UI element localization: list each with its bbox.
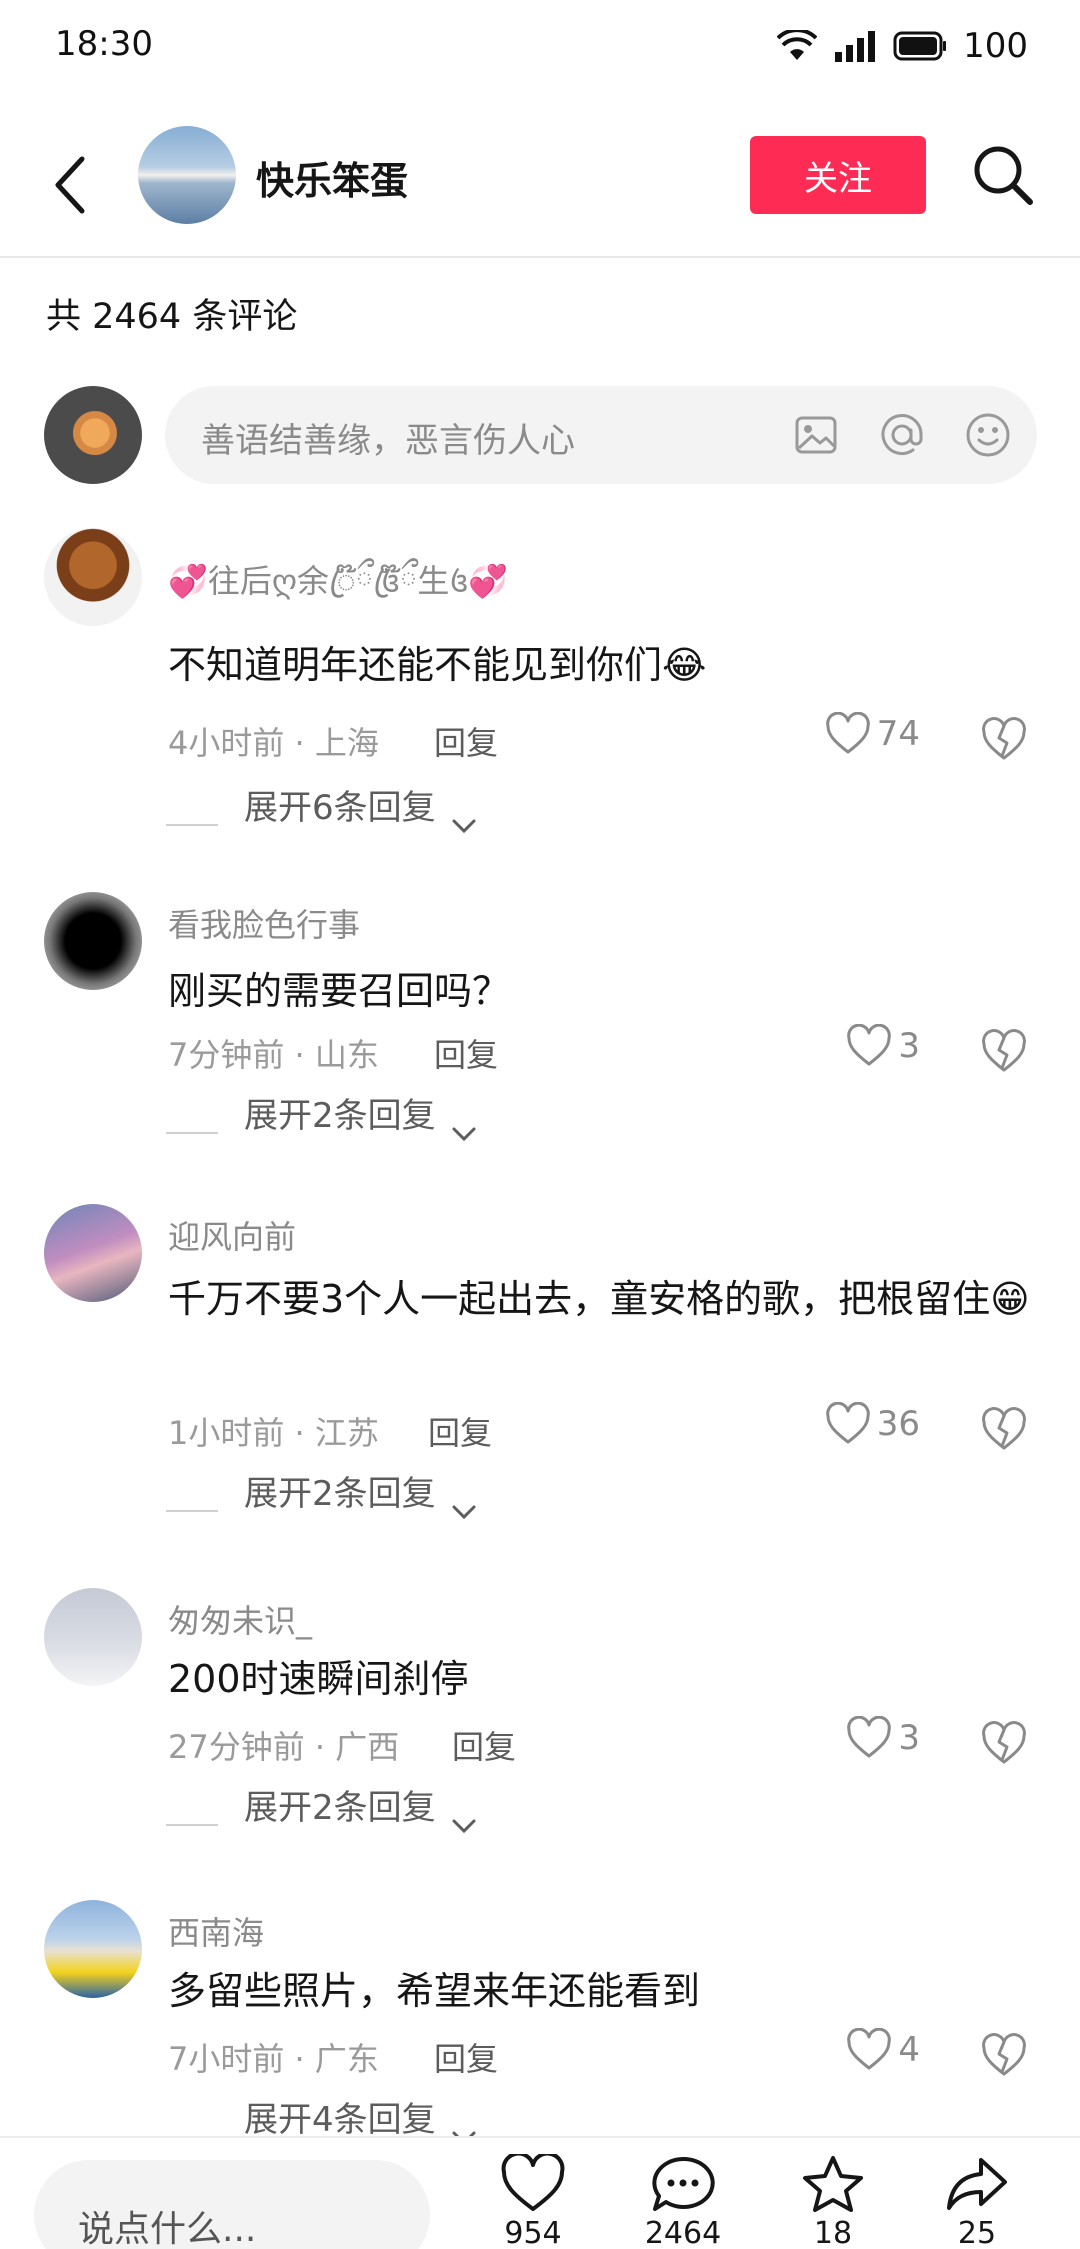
comment-meta: 1小时前 · 江苏 [168,1414,379,1452]
reply-button[interactable]: 回复 [428,1408,492,1454]
favorite-action[interactable]: 18 [778,2154,888,2249]
broken-heart-icon[interactable] [980,1720,1028,1768]
commenter-avatar[interactable] [44,528,142,626]
like-count: 36 [876,1404,920,1444]
commenter-avatar[interactable] [44,1900,142,1998]
image-icon[interactable] [791,410,841,460]
like-button[interactable]: 36 [825,1402,920,1446]
comment-meta: 7分钟前 · 山东 [168,1036,379,1074]
commenter-avatar[interactable] [44,1204,142,1302]
commenter-name[interactable]: 迎风向前 [168,1212,296,1258]
battery-icon [893,31,947,61]
emoji-icon[interactable] [963,410,1013,460]
reply-button[interactable]: 回复 [434,1030,498,1076]
chevron-down-icon [452,1505,476,1520]
bottom-comment-input[interactable]: 说点什么... [34,2160,430,2249]
heart-icon [847,2028,892,2070]
back-button[interactable] [52,150,96,220]
expand-divider [166,1510,218,1512]
comment-text: 200时速瞬间刹停 [168,1657,469,1701]
like-button[interactable]: 3 [846,1716,920,1760]
share-action-count: 25 [957,2216,997,2249]
expand-replies-label: 展开2条回复 [244,1095,436,1136]
expand-replies-label: 展开2条回复 [244,1787,436,1828]
status-time: 18:30 [55,24,153,64]
like-action[interactable]: 954 [478,2154,588,2249]
commenter-name[interactable]: 💞往后ღ余ꦿ໊ྀ꧔ꦿ໊ྀ生꧔💞 [168,546,508,636]
broken-heart-icon[interactable] [980,716,1028,764]
broken-heart-icon[interactable] [980,1406,1028,1454]
signal-icon [835,31,876,62]
heart-icon [501,2154,565,2211]
my-avatar [44,386,142,484]
author-name[interactable]: 快乐笨蛋 [256,150,408,205]
commenter-name[interactable]: 西南海 [168,1908,264,1954]
comment-bubble-icon [652,2156,715,2211]
comment-input[interactable]: 善语结善缘，恶言伤人心 [165,386,1037,484]
comment-action[interactable]: 2464 [628,2154,738,2249]
comment-text: 不知道明年还能不能见到你们😂 [168,643,707,687]
expand-replies-label: 展开2条回复 [244,1473,436,1514]
like-action-count: 954 [504,2216,562,2249]
broken-heart-icon[interactable] [980,2032,1028,2080]
reply-button[interactable]: 回复 [452,1722,516,1768]
comment-text: 刚买的需要召回吗？ [168,969,511,1013]
heart-icon [825,1402,870,1444]
commenter-name[interactable]: 匆匆未识_ [168,1596,312,1642]
favorite-action-count: 18 [813,2216,853,2249]
comment-text: 千万不要3个人一起出去，童安格的歌，把根留住😁 [168,1277,1030,1321]
bottom-action-bar: 说点什么... 954 2464 18 25 [0,2136,1080,2249]
author-avatar[interactable] [138,126,236,224]
chevron-left-icon [55,156,85,214]
share-action[interactable]: 25 [922,2154,1032,2249]
like-count: 3 [898,1026,920,1066]
search-button[interactable] [970,142,1036,208]
expand-divider [166,824,218,826]
broken-heart-icon[interactable] [980,1028,1028,1076]
search-icon [974,146,1033,205]
chevron-down-icon [452,1127,476,1142]
heart-icon [847,1716,892,1758]
heart-icon [847,1024,892,1066]
like-count: 3 [898,1718,920,1758]
comment-meta: 4小时前 · 上海 [168,724,379,762]
share-icon [947,2158,1007,2210]
chevron-down-icon [452,1819,476,1834]
chevron-down-icon [452,819,476,834]
follow-button[interactable]: 关注 [750,136,926,214]
header: 快乐笨蛋 关注 [0,110,1080,256]
battery-level: 100 [963,26,1028,66]
status-bar: 18:30 100 [0,0,1080,92]
header-divider [0,256,1080,258]
like-count: 74 [876,714,920,754]
mention-icon[interactable] [877,410,927,460]
status-icons: 100 [777,24,1028,68]
expand-replies-label: 展开6条回复 [244,787,436,828]
comment-text: 多留些照片，希望来年还能看到 [168,1969,701,2013]
reply-button[interactable]: 回复 [434,2034,498,2080]
commenter-avatar[interactable] [44,1588,142,1686]
commenter-name[interactable]: 看我脸色行事 [168,900,360,946]
expand-divider [166,1824,218,1826]
comment-meta: 27分钟前 · 广西 [168,1728,400,1766]
comment-meta: 7小时前 · 广东 [168,2040,379,2078]
wifi-icon [777,30,818,60]
expand-divider [166,1132,218,1134]
like-button[interactable]: 74 [825,712,920,756]
star-icon [803,2156,863,2212]
comment-action-count: 2464 [644,2216,722,2249]
expand-replies-label: 展开4条回复 [244,2099,436,2140]
comment-count: 共 2464 条评论 [46,297,298,337]
like-button[interactable]: 3 [846,1024,920,1068]
reply-button[interactable]: 回复 [434,718,498,764]
like-button[interactable]: 4 [846,2028,920,2072]
like-count: 4 [898,2030,920,2070]
commenter-avatar[interactable] [44,892,142,990]
comment-input-placeholder: 善语结善缘，恶言伤人心 [201,421,575,461]
bottom-input-placeholder: 说点什么... [78,2209,257,2249]
heart-icon [825,712,870,754]
